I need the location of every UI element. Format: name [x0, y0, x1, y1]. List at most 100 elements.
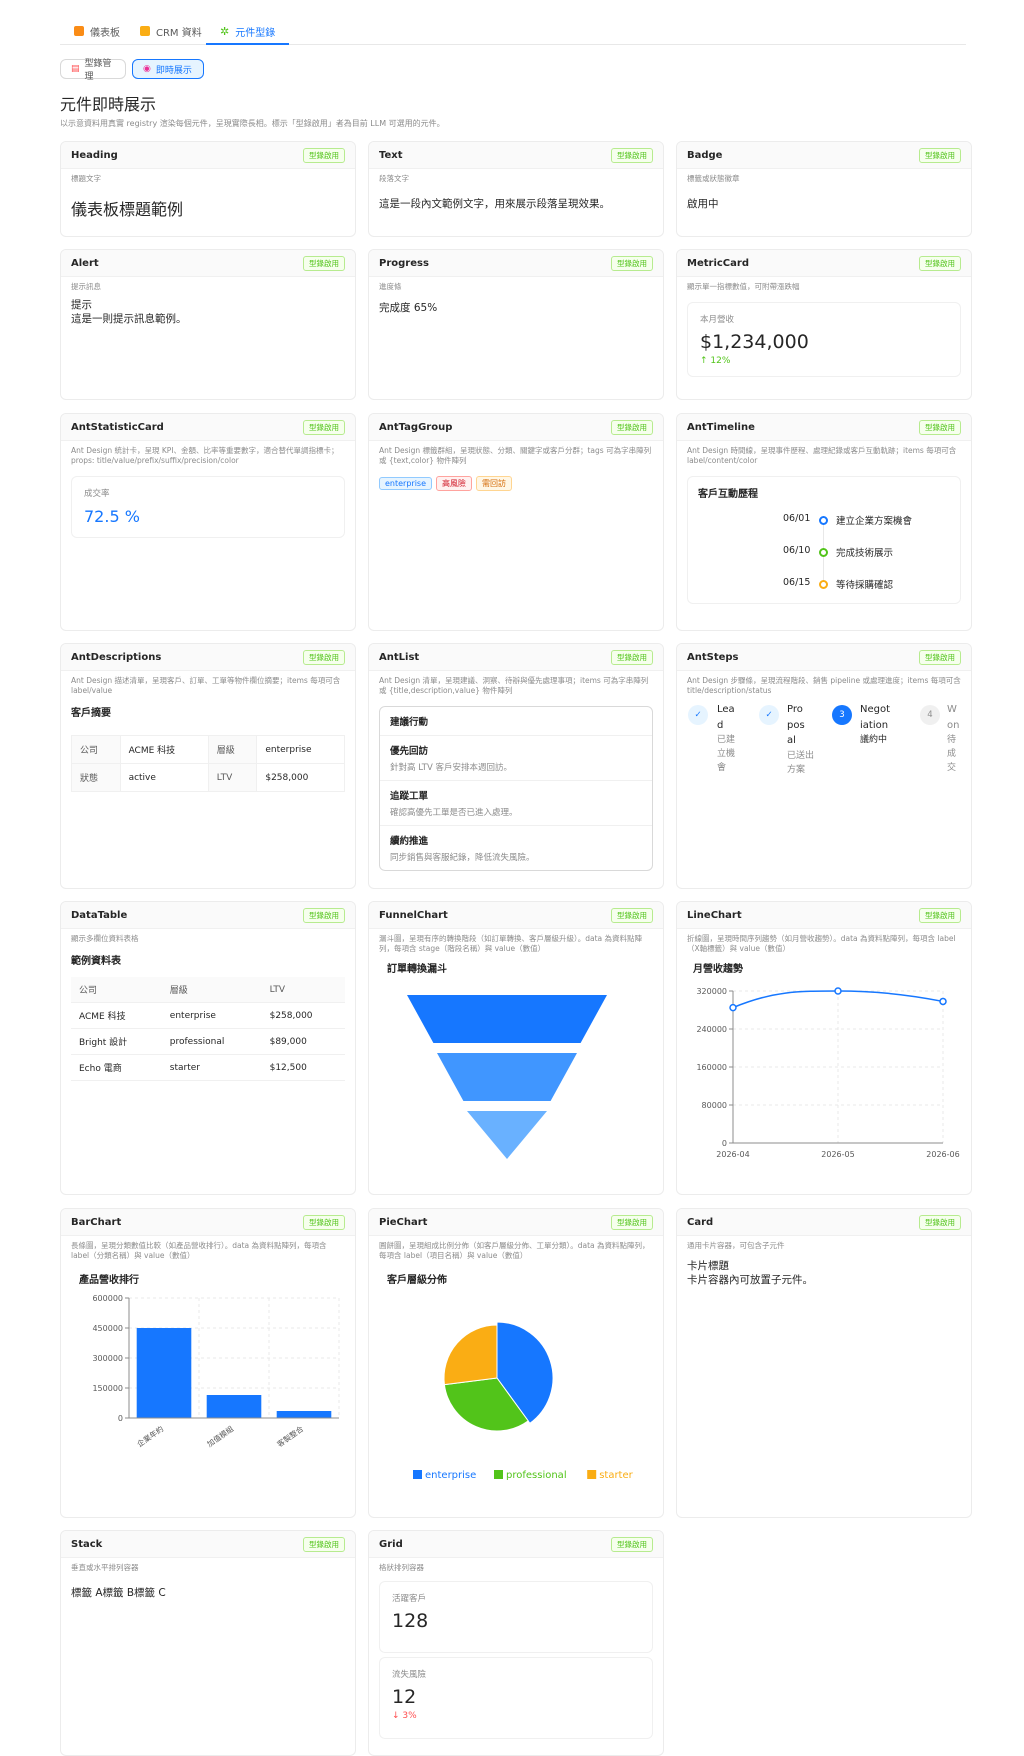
bar	[136, 1328, 192, 1419]
metric-value: $1,234,000	[700, 331, 809, 354]
desc-label: 公司	[71, 735, 121, 765]
metric-trend: ↑ 12%	[700, 356, 731, 367]
x-tick-label: 企業年約	[135, 1424, 165, 1449]
status-badge: 型錄啟用	[303, 1536, 345, 1552]
step-desc: 已送出 方案	[787, 750, 814, 778]
tag-item: 需回訪	[476, 476, 513, 492]
timeline-dot	[819, 516, 828, 526]
legend-label: professional	[506, 1470, 567, 1481]
live-demo-button[interactable]: ◉ 即時展示	[132, 59, 204, 79]
card-name: PieChart	[379, 1216, 428, 1228]
alert-title: 提示	[71, 299, 92, 312]
card-anttaggroup: AntTagGroup 型錄啟用 Ant Design 標籤群組，呈現狀態、分類、…	[368, 413, 664, 631]
data-point	[834, 987, 842, 995]
desc-label: 狀態	[71, 763, 121, 793]
card-description: Ant Design 步驟條，呈現流程階段、銷售 pipeline 或處理進度；…	[687, 676, 961, 696]
step-title: Won	[947, 702, 959, 733]
tab-label: CRM 資料	[156, 27, 202, 39]
status-badge: 型錄啟用	[303, 147, 345, 163]
step-desc-line: 已送出	[787, 751, 815, 762]
grid-item-value: 128	[392, 1610, 429, 1633]
pie-slice	[443, 1324, 498, 1386]
card-description: Ant Design 標籤群組，呈現狀態、分類、關鍵字或客戶分群；tags 可為…	[379, 446, 652, 466]
timeline-box: 客戶互動歷程 06/01 建立企業方案機會 06/10 完成技術展示 06/15…	[687, 476, 961, 605]
card-name: Card	[687, 1216, 714, 1228]
card-description: 進度條	[379, 282, 402, 291]
y-tick-label: 80000	[702, 1101, 727, 1110]
status-badge: 型錄啟用	[611, 419, 653, 435]
tag-item: 高風險	[436, 476, 473, 492]
y-tick-label: 0	[118, 1414, 123, 1423]
step-desc: 議約中	[860, 734, 887, 748]
tab-crm[interactable]: CRM 資料	[140, 18, 202, 44]
card-progress: Progress 型錄啟用 進度條 完成度 65%	[368, 249, 664, 400]
card-name: AntList	[379, 651, 420, 663]
card-description: 顯示多欄位資料表格	[71, 934, 139, 943]
timeline-content: 等待採購確認	[836, 580, 894, 592]
tab-dashboard[interactable]: 儀表板	[74, 18, 120, 44]
bar	[206, 1395, 262, 1419]
card-description: 標題文字	[71, 174, 101, 183]
card-anttimeline: AntTimeline 型錄啟用 Ant Design 時間線，呈現事件歷程、處理…	[676, 413, 972, 631]
status-badge: 型錄啟用	[919, 649, 961, 665]
status-badge: 型錄啟用	[303, 419, 345, 435]
timeline-label: 06/10	[783, 545, 811, 557]
tab-catalog[interactable]: ✲ 元件型錄	[205, 18, 290, 45]
list-item: 追蹤工單 確認高優先工單是否已進入處理。	[380, 781, 652, 827]
catalog-manage-button[interactable]: ▤ 型錄管理	[60, 59, 126, 82]
status-badge: 型錄啟用	[919, 419, 961, 435]
sparkle-icon: ✲	[220, 24, 230, 38]
card-description: 折線圖，呈現時間序列趨勢（如月營收趨勢）。data 為資料點陣列，每項含 lab…	[687, 934, 956, 954]
card-sample-text: 卡片容器內可放置子元件。	[687, 1274, 813, 1287]
status-badge: 型錄啟用	[611, 1214, 653, 1230]
card-name: AntTimeline	[687, 421, 755, 433]
card-description: 長條圖，呈現分類數值比較（如產品營收排行）。data 為資料點陣列，每項含 la…	[71, 1241, 327, 1261]
chart-title: 月營收趨勢	[693, 964, 743, 976]
card-description: 圓餅圖，呈現組成比例分佈（如客戶層級分佈、工單分類）。data 為資料點陣列，每…	[379, 1241, 650, 1261]
timeline-title: 客戶互動歷程	[698, 489, 758, 501]
list-item: 續約推進 同步銷售與客服紀錄，降低流失風險。	[380, 826, 652, 870]
step-title-line: Pro	[787, 704, 803, 716]
progress-text: 完成度 65%	[379, 302, 438, 315]
step-number: 3	[832, 705, 852, 726]
card-description: 格狀排列容器	[379, 1563, 424, 1572]
step-desc: 待成交	[947, 734, 956, 776]
step-desc-line: 立機	[717, 749, 736, 760]
text-sample: 這是一段內文範例文字，用來展示段落呈現效果。	[379, 198, 610, 211]
column-header[interactable]: LTV	[261, 977, 345, 1004]
column-header[interactable]: 公司	[71, 977, 162, 1004]
metric-box: 本月營收 $1,234,000 ↑ 12%	[687, 302, 961, 378]
timeline-content: 建立企業方案機會	[836, 516, 913, 528]
tab-label: 儀表板	[90, 27, 120, 39]
page-description: 以示意資料用真實 registry 渲染每個元件，呈現實際長相。標示「型錄啟用」…	[60, 119, 445, 128]
card-description: Ant Design 時間線，呈現事件歷程、處理紀錄或客戶互動軌跡；items …	[687, 446, 957, 466]
card-text: Text 型錄啟用 段落文字 這是一段內文範例文字，用來展示段落呈現效果。	[368, 141, 664, 237]
legend-label: enterprise	[425, 1470, 476, 1481]
status-badge: 型錄啟用	[611, 649, 653, 665]
y-tick-label: 300000	[92, 1354, 123, 1363]
card-name: Progress	[379, 257, 429, 269]
card-name: AntSteps	[687, 651, 739, 663]
y-tick-label: 160000	[696, 1063, 727, 1072]
step-desc-line: 方案	[787, 765, 806, 776]
folder-icon	[140, 26, 150, 36]
button-label: 型錄管理	[84, 59, 112, 82]
statistic-value: 72.5 %	[84, 507, 140, 527]
status-badge: 型錄啟用	[919, 907, 961, 923]
step-desc-line: 已建	[717, 735, 736, 746]
top-tab-bar: 儀表板 CRM 資料 ✲ 元件型錄	[60, 0, 966, 45]
step-title-line: on	[947, 719, 960, 731]
statistic-title: 成交率	[84, 489, 110, 500]
desc-label: LTV	[207, 763, 258, 793]
column-header[interactable]: 層級	[161, 977, 262, 1004]
status-badge: 型錄啟用	[919, 1214, 961, 1230]
x-tick-label: 2026-06	[926, 1150, 959, 1159]
card-card: Card 型錄啟用 通用卡片容器，可包含子元件 卡片標題 卡片容器內可放置子元件。	[676, 1208, 972, 1518]
chart-title: 產品營收排行	[79, 1275, 139, 1287]
card-description: 漏斗圖，呈現有序的轉換階段（如訂單轉換、客戶層級升級）。data 為資料點陣列，…	[379, 934, 643, 954]
card-heading: Heading 型錄啟用 標題文字 儀表板標題範例	[60, 141, 356, 237]
dashboard-icon	[74, 26, 84, 36]
steps-container: ✓ Lea d 已建 立機會 ✓ Pro pos al 已送出 方案 3 Negot iat…	[677, 696, 971, 816]
card-name: Alert	[71, 257, 99, 269]
card-name: Grid	[379, 1538, 403, 1550]
